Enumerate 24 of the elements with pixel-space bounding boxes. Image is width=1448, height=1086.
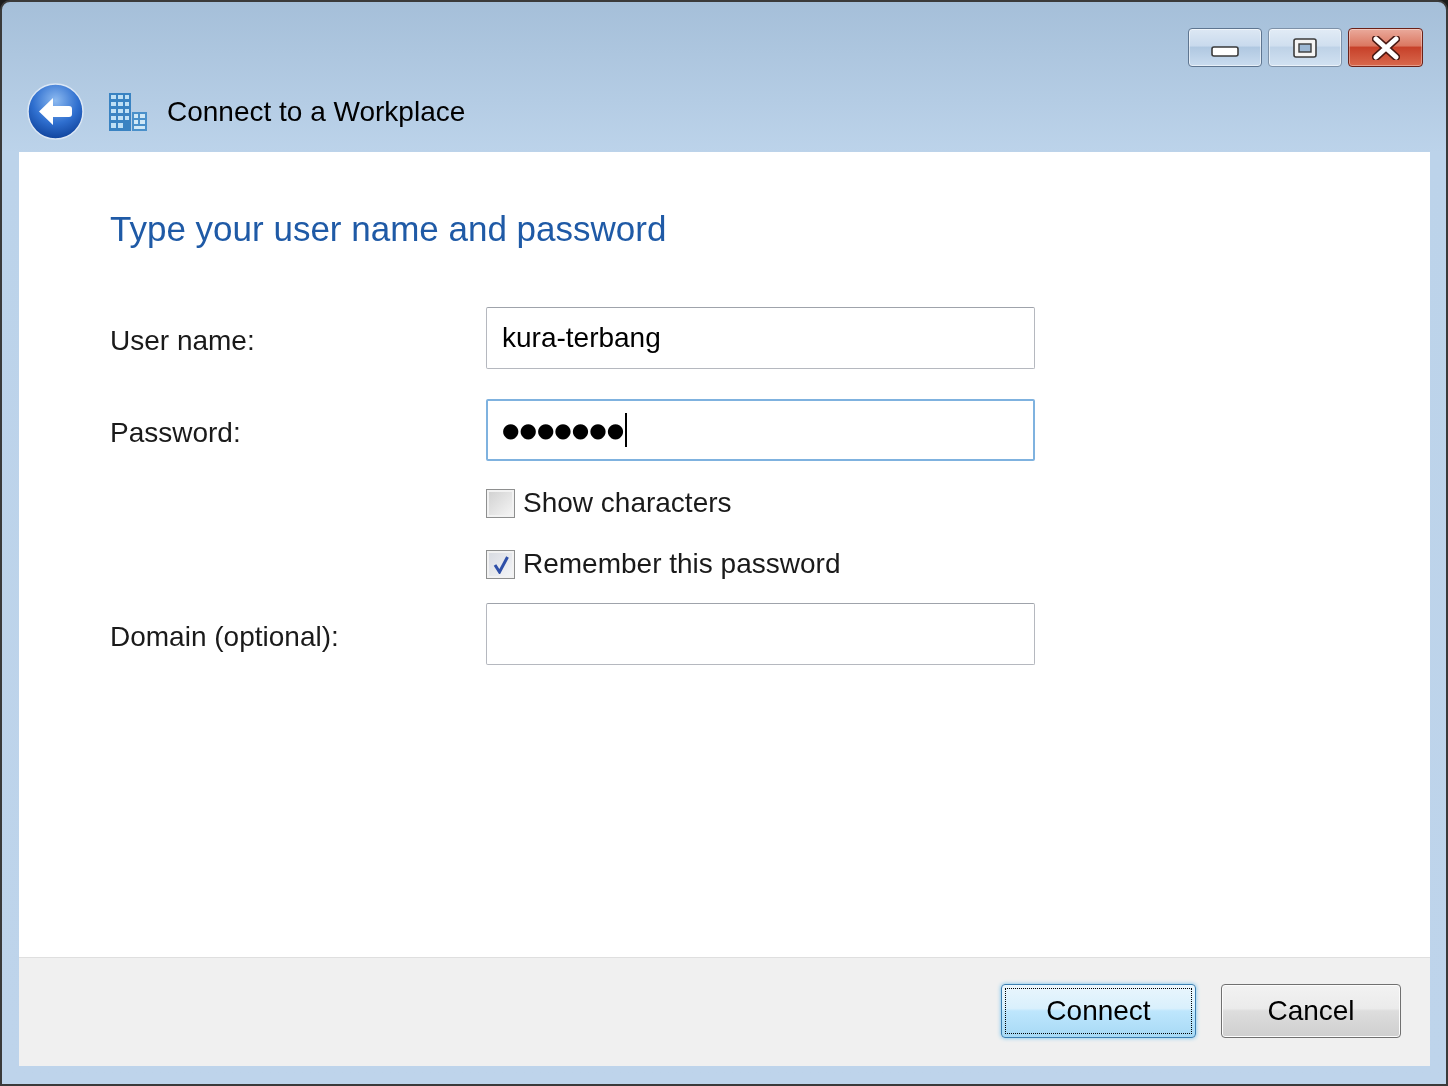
- maximize-icon: [1293, 37, 1317, 58]
- close-button[interactable]: [1348, 28, 1423, 67]
- minimize-icon: [1211, 46, 1239, 57]
- text-field[interactable]: kura-terbang: [486, 307, 1035, 369]
- checkbox[interactable]: [486, 549, 515, 579]
- back-button[interactable]: [27, 83, 84, 140]
- checkbox-label[interactable]: Remember this password: [523, 547, 841, 581]
- close-icon: [1371, 35, 1400, 60]
- page-heading: Type your user name and password: [110, 208, 667, 250]
- text-cursor-icon: [625, 413, 628, 447]
- field-label: User name:: [110, 324, 256, 358]
- checkbox[interactable]: [486, 488, 515, 518]
- checkbox-label[interactable]: Show characters: [523, 486, 732, 520]
- text-field[interactable]: [486, 603, 1035, 665]
- dialog-button[interactable]: Cancel: [1221, 984, 1401, 1038]
- field-label: Domain (optional):: [110, 620, 340, 654]
- checkmark-icon: [492, 554, 509, 574]
- dialog-button[interactable]: Connect: [1001, 984, 1196, 1038]
- password-field[interactable]: ●●●●●●●: [486, 399, 1035, 461]
- minimize-button[interactable]: [1188, 28, 1262, 67]
- field-label: Password:: [110, 416, 242, 450]
- maximize-button[interactable]: [1268, 28, 1342, 67]
- window-title: Connect to a Workplace: [167, 94, 466, 129]
- buildings-icon: [109, 92, 147, 131]
